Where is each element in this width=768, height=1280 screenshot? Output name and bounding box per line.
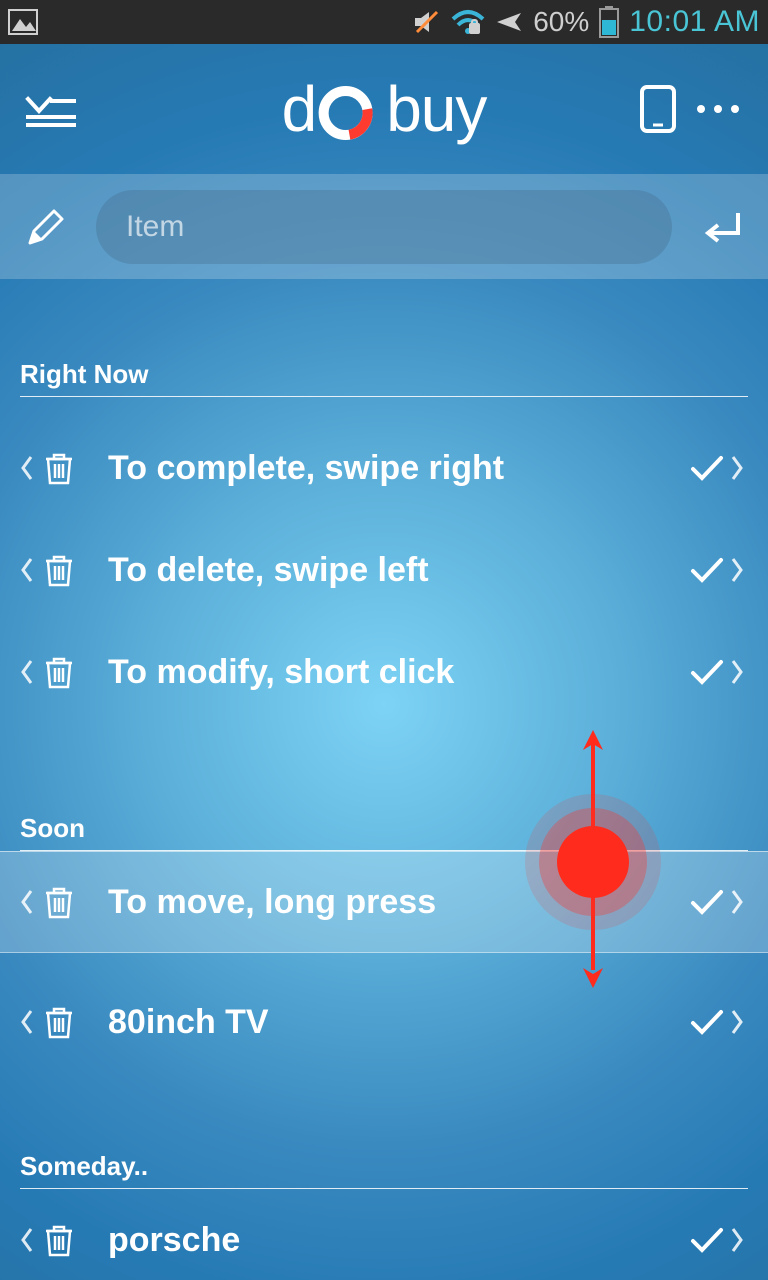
item-input[interactable] — [126, 210, 642, 244]
edit-icon[interactable] — [24, 205, 68, 249]
item-label: To modify, short click — [74, 653, 690, 692]
chevron-right-icon — [730, 1009, 748, 1035]
chevron-left-icon — [20, 1227, 38, 1253]
list-item[interactable]: To delete, swipe left — [20, 519, 748, 621]
logo-ring-icon — [318, 86, 372, 140]
trash-icon[interactable] — [44, 885, 74, 919]
app-header: d buy — [0, 44, 768, 174]
chevron-left-icon — [20, 889, 38, 915]
list-item[interactable]: 80inch TV — [20, 971, 748, 1073]
check-icon[interactable] — [690, 556, 724, 584]
chevron-right-icon — [730, 659, 748, 685]
item-label: 80inch TV — [74, 1003, 690, 1042]
item-label: porsche — [74, 1221, 690, 1260]
chevron-right-icon — [730, 557, 748, 583]
trash-icon[interactable] — [44, 1223, 74, 1257]
image-icon — [8, 9, 38, 35]
content: Right Now To complete, swipe right To de… — [0, 359, 768, 1280]
logo-text-left: d — [282, 72, 317, 146]
input-bar — [0, 174, 768, 279]
chevron-right-icon — [730, 889, 748, 915]
chevron-left-icon — [20, 557, 38, 583]
mute-icon — [413, 10, 441, 34]
item-label: To complete, swipe right — [74, 449, 690, 488]
check-icon[interactable] — [690, 1008, 724, 1036]
chevron-right-icon — [730, 1227, 748, 1253]
item-label: To delete, swipe left — [74, 551, 690, 590]
chevron-left-icon — [20, 1009, 38, 1035]
trash-icon[interactable] — [44, 1005, 74, 1039]
device-button[interactable] — [628, 79, 688, 139]
trash-icon[interactable] — [44, 451, 74, 485]
item-input-wrap[interactable] — [96, 190, 672, 264]
section-header-right-now: Right Now — [20, 359, 748, 397]
check-icon[interactable] — [690, 1226, 724, 1254]
wifi-icon — [451, 9, 485, 35]
airplane-icon — [495, 9, 523, 35]
trash-icon[interactable] — [44, 553, 74, 587]
trash-icon[interactable] — [44, 655, 74, 689]
chevron-right-icon — [730, 455, 748, 481]
check-icon[interactable] — [690, 658, 724, 686]
logo-text-right: buy — [386, 72, 486, 146]
chevron-left-icon — [20, 455, 38, 481]
section-header-soon: Soon — [20, 813, 748, 851]
more-button[interactable] — [688, 79, 748, 139]
battery-icon — [599, 6, 619, 38]
check-icon[interactable] — [690, 888, 724, 916]
list-item[interactable]: To move, long press — [20, 851, 748, 953]
list-item[interactable]: To modify, short click — [20, 621, 748, 723]
app-logo: d buy — [282, 72, 487, 146]
status-bar: 60% 10:01 AM — [0, 0, 768, 44]
battery-percent: 60% — [533, 6, 589, 38]
check-icon[interactable] — [690, 454, 724, 482]
list-item[interactable]: porsche — [20, 1189, 748, 1280]
enter-icon[interactable] — [700, 205, 744, 249]
status-time: 10:01 AM — [629, 5, 760, 39]
chevron-left-icon — [20, 659, 38, 685]
section-header-someday: Someday.. — [20, 1151, 748, 1189]
menu-button[interactable] — [20, 79, 80, 139]
list-item[interactable]: To complete, swipe right — [20, 417, 748, 519]
